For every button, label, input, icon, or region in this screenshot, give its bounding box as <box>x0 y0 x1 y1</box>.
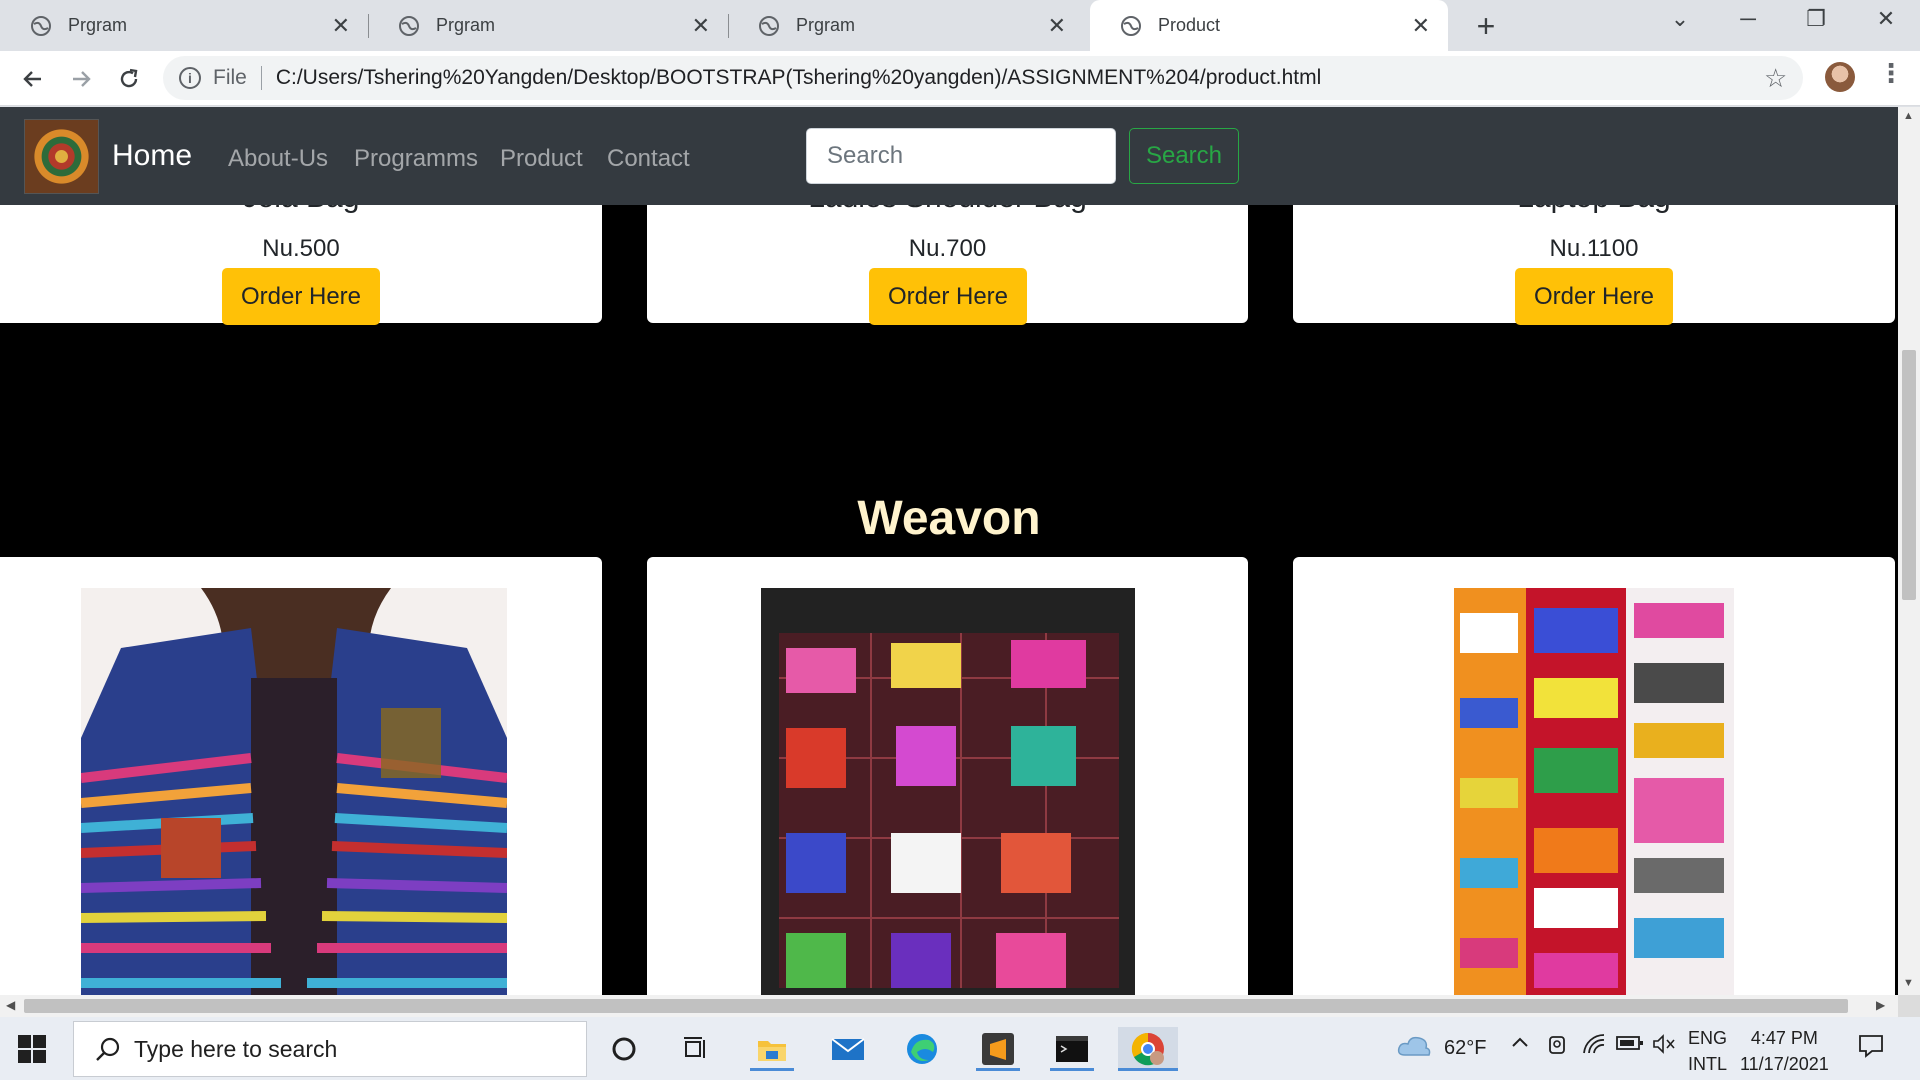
horizontal-scrollbar[interactable]: ◀ ▶ <box>0 995 1898 1017</box>
active-app-indicator <box>750 1068 794 1071</box>
lang-layout: INTL <box>1688 1054 1728 1074</box>
weather-cloud-icon[interactable] <box>1396 1033 1432 1065</box>
lang-code: ENG <box>1688 1028 1728 1048</box>
nav-home-link[interactable]: Home <box>112 139 192 173</box>
browser-tab-active[interactable]: Product ✕ <box>1090 0 1448 51</box>
bookmark-star-icon[interactable]: ☆ <box>1764 63 1787 94</box>
tray-chevron-up-icon[interactable] <box>1510 1033 1530 1059</box>
url-text: C:/Users/Tshering%20Yangden/Desktop/BOOT… <box>275 66 1322 89</box>
section-title-weavon: Weavon <box>857 492 1041 545</box>
scroll-right-arrow-icon[interactable]: ▶ <box>1876 998 1885 1012</box>
clock-date: 11/17/2021 <box>1740 1054 1829 1074</box>
product-price: Nu.500 <box>262 235 340 262</box>
new-tab-icon[interactable]: + <box>1468 8 1504 45</box>
site-navbar: Home About-Us Programms Product Contact … <box>0 107 1898 205</box>
site-info-icon[interactable]: i <box>179 67 201 89</box>
taskbar-search-placeholder: Type here to search <box>134 1035 338 1062</box>
file-explorer-icon[interactable] <box>750 1027 794 1071</box>
order-button[interactable]: Order Here <box>869 268 1027 325</box>
woven-cushion-image <box>761 588 1135 995</box>
minimize-icon[interactable]: ─ <box>1728 6 1768 32</box>
globe-icon <box>1121 15 1141 36</box>
scroll-down-arrow-icon[interactable]: ▼ <box>1903 977 1914 989</box>
search-input[interactable]: Search <box>806 128 1116 184</box>
tab-strip: Prgram ✕ Prgram ✕ Prgram ✕ Product ✕ + ⌄… <box>0 0 1920 51</box>
woven-product-card <box>647 557 1248 995</box>
product-price: Nu.1100 <box>1549 235 1639 262</box>
windows-start-icon[interactable] <box>18 1035 46 1063</box>
chrome-icon[interactable] <box>1118 1027 1178 1071</box>
tab-title: Prgram <box>68 15 128 35</box>
vertical-scroll-thumb[interactable] <box>1902 350 1916 600</box>
task-view-icon[interactable] <box>674 1027 718 1071</box>
profile-avatar[interactable] <box>1825 62 1855 92</box>
site-logo[interactable] <box>24 119 99 194</box>
tab-title: Prgram <box>436 15 496 35</box>
browser-tab[interactable]: Prgram ✕ <box>728 0 1084 51</box>
tab-title: Prgram <box>796 15 856 35</box>
clock-time: 4:47 PM <box>1750 1028 1818 1048</box>
battery-icon[interactable] <box>1616 1034 1644 1058</box>
mail-icon[interactable] <box>826 1027 870 1071</box>
woven-textile-image <box>1454 588 1734 995</box>
wifi-icon[interactable] <box>1582 1033 1606 1061</box>
meet-now-icon[interactable] <box>1546 1033 1568 1063</box>
close-window-icon[interactable]: ✕ <box>1866 6 1906 32</box>
windows-taskbar: Type here to search 62°F ENG INTL 4:47 P… <box>0 1017 1920 1080</box>
browser-toolbar: i File C:/Users/Tshering%20Yangden/Deskt… <box>0 51 1920 106</box>
close-tab-icon[interactable]: ✕ <box>1412 13 1430 39</box>
tab-search-chevron-icon[interactable]: ⌄ <box>1660 6 1700 32</box>
reload-icon[interactable] <box>112 62 146 96</box>
vertical-scrollbar[interactable]: ▲ ▼ <box>1898 107 1920 995</box>
back-icon[interactable] <box>16 62 50 96</box>
search-button[interactable]: Search <box>1129 128 1239 184</box>
address-bar[interactable]: i File C:/Users/Tshering%20Yangden/Deskt… <box>163 56 1803 100</box>
terminal-icon[interactable] <box>1050 1027 1094 1071</box>
search-icon <box>96 1037 120 1061</box>
sublime-text-icon[interactable] <box>976 1027 1020 1071</box>
globe-icon <box>399 15 419 36</box>
tab-title: Product <box>1158 15 1221 35</box>
order-button[interactable]: Order Here <box>1515 268 1673 325</box>
close-tab-icon[interactable]: ✕ <box>692 13 710 39</box>
system-clock[interactable]: 4:47 PM 11/17/2021 <box>1740 1025 1829 1077</box>
scrollbar-corner <box>1898 995 1920 1017</box>
notifications-icon[interactable] <box>1858 1033 1884 1065</box>
close-tab-icon[interactable]: ✕ <box>332 13 350 39</box>
cortana-icon[interactable] <box>602 1027 646 1071</box>
globe-icon <box>31 15 51 36</box>
url-divider <box>260 66 262 90</box>
forward-icon[interactable] <box>64 62 98 96</box>
horizontal-scroll-thumb[interactable] <box>24 999 1848 1013</box>
edge-browser-icon[interactable] <box>900 1027 944 1071</box>
order-button[interactable]: Order Here <box>222 268 380 325</box>
active-app-indicator <box>1118 1068 1178 1071</box>
woven-product-card <box>1293 557 1895 995</box>
volume-muted-icon[interactable] <box>1652 1033 1676 1061</box>
page-viewport: Home About-Us Programms Product Contact … <box>0 107 1898 995</box>
nav-link-about[interactable]: About-Us <box>228 145 328 173</box>
browser-tab[interactable]: Prgram ✕ <box>0 0 368 51</box>
scroll-left-arrow-icon[interactable]: ◀ <box>6 998 15 1012</box>
scroll-up-arrow-icon[interactable]: ▲ <box>1903 110 1914 122</box>
woven-product-card <box>0 557 602 995</box>
input-language[interactable]: ENG INTL <box>1688 1025 1727 1077</box>
active-app-indicator <box>976 1068 1020 1071</box>
woven-jacket-image <box>81 588 507 995</box>
nav-link-programms[interactable]: Programms <box>354 145 478 173</box>
taskbar-search-box[interactable]: Type here to search <box>73 1021 587 1077</box>
globe-icon <box>759 15 779 36</box>
nav-link-contact[interactable]: Contact <box>607 145 690 173</box>
weather-temp[interactable]: 62°F <box>1444 1037 1486 1060</box>
active-app-indicator <box>1050 1068 1094 1071</box>
close-tab-icon[interactable]: ✕ <box>1048 13 1066 39</box>
nav-link-product[interactable]: Product <box>500 145 583 173</box>
product-price: Nu.700 <box>908 235 987 262</box>
browser-tab[interactable]: Prgram ✕ <box>368 0 728 51</box>
url-scheme: File <box>213 66 247 89</box>
restore-icon[interactable]: ❐ <box>1796 6 1836 32</box>
menu-kebab-icon[interactable]: ⋮ <box>1878 58 1904 89</box>
